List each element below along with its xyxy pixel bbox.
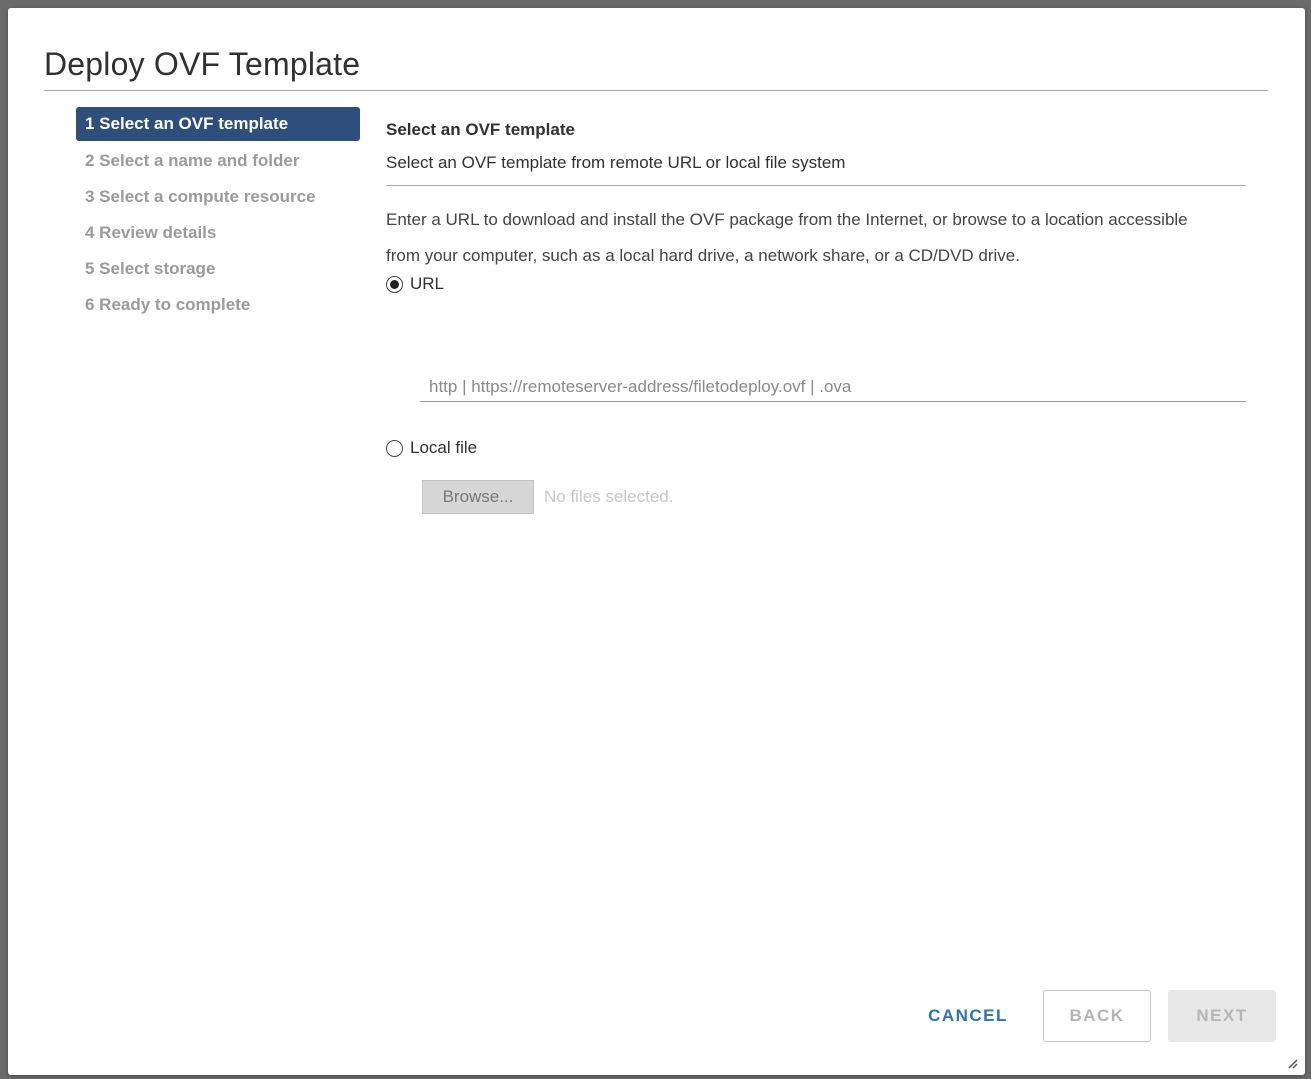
deploy-ovf-dialog: Deploy OVF Template 1 Select an OVF temp… [8, 8, 1305, 1075]
step-review-details[interactable]: 4 Review details [76, 215, 360, 251]
step-ready-to-complete[interactable]: 6 Ready to complete [76, 287, 360, 323]
wizard-steps: 1 Select an OVF template 2 Select a name… [76, 107, 360, 323]
step-select-ovf-template[interactable]: 1 Select an OVF template [76, 107, 360, 141]
url-option-label[interactable]: URL [410, 274, 444, 294]
step-content: Select an OVF template Select an OVF tem… [386, 116, 1246, 514]
url-option[interactable]: URL [386, 274, 1246, 294]
back-button[interactable]: BACK [1043, 990, 1151, 1042]
local-file-option[interactable]: Local file [386, 438, 477, 458]
resize-grip-icon[interactable] [1286, 1057, 1298, 1069]
section-divider [386, 185, 1246, 186]
step-select-compute-resource[interactable]: 3 Select a compute resource [76, 179, 360, 215]
cancel-button[interactable]: CANCEL [915, 990, 1021, 1042]
url-input[interactable] [420, 372, 1246, 402]
browse-button[interactable]: Browse... [422, 480, 534, 514]
section-subtitle: Select an OVF template from remote URL o… [386, 153, 846, 172]
radio-unselected-icon[interactable] [386, 439, 403, 457]
file-picker: Browse... No files selected. [422, 480, 673, 514]
dialog-footer: CANCEL BACK NEXT [915, 990, 1276, 1042]
section-description: Enter a URL to download and install the … [386, 210, 1188, 265]
next-button[interactable]: NEXT [1168, 990, 1276, 1042]
no-files-text: No files selected. [544, 487, 674, 506]
local-file-option-label[interactable]: Local file [410, 438, 477, 458]
step-select-name-folder[interactable]: 2 Select a name and folder [76, 143, 360, 179]
radio-selected-icon[interactable] [386, 275, 403, 293]
section-title: Select an OVF template [386, 120, 575, 139]
step-select-storage[interactable]: 5 Select storage [76, 251, 360, 287]
dialog-title: Deploy OVF Template [44, 46, 361, 82]
title-divider [44, 90, 1268, 91]
